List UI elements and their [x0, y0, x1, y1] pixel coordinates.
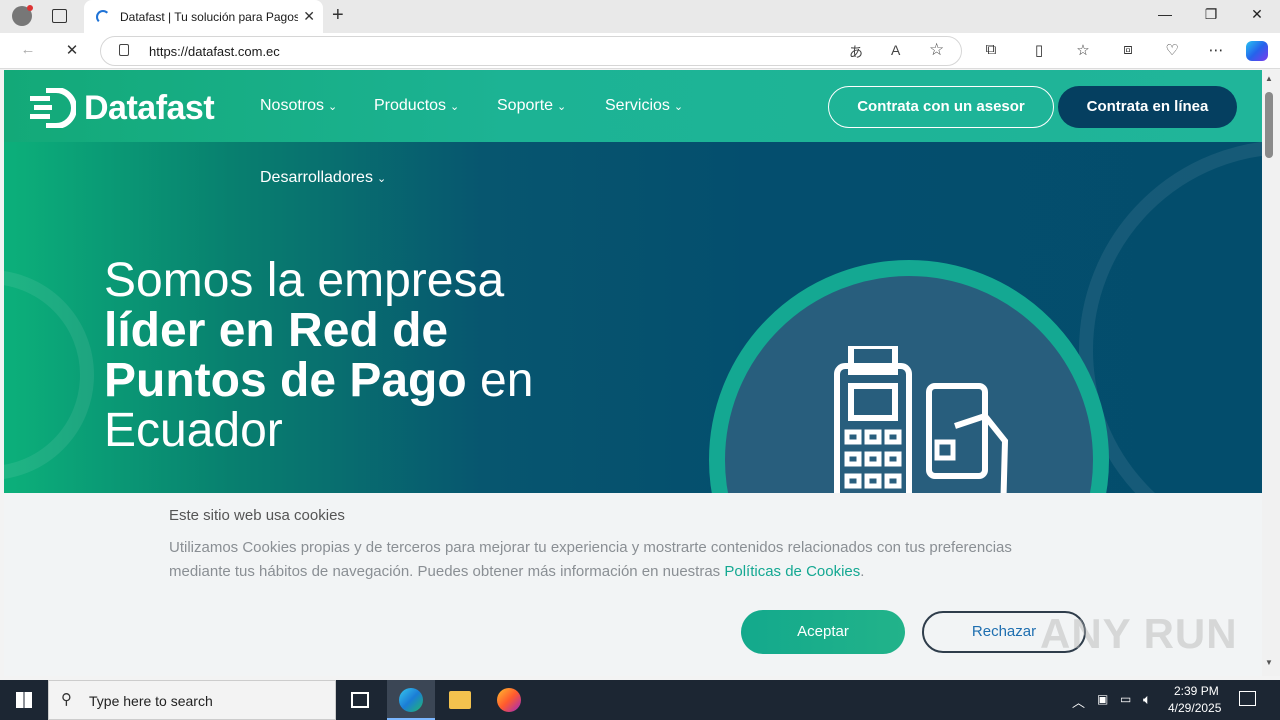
contract-online-button[interactable]: Contrata en línea — [1058, 86, 1237, 128]
firefox-icon[interactable] — [497, 688, 521, 712]
hero-headline: Somos la empresa líder en Red de Puntos … — [104, 256, 604, 456]
nav-soporte[interactable]: Soporte ⌄ — [497, 97, 566, 115]
notification-dot-icon — [27, 5, 33, 11]
volume-icon[interactable]: 🔈︎ — [1143, 691, 1151, 708]
cookie-title: Este sitio web usa cookies — [169, 507, 345, 524]
headline-line: Ecuador — [104, 404, 283, 457]
copilot-icon[interactable] — [1246, 41, 1268, 61]
chevron-down-icon: ⌄ — [328, 101, 338, 113]
nav-label: Desarrolladores — [260, 169, 373, 186]
accept-cookies-button[interactable]: Aceptar — [741, 610, 905, 654]
minimize-icon[interactable]: — — [1142, 6, 1188, 22]
cookie-body: Utilizamos Cookies propias y de terceros… — [169, 539, 1012, 580]
datafast-logo[interactable]: Datafast — [30, 88, 215, 128]
task-view-icon[interactable] — [351, 692, 369, 708]
nav-desarrolladores[interactable]: Desarrolladores ⌄ — [260, 169, 386, 187]
tray-device-icon[interactable]: ▣ — [1097, 692, 1108, 706]
favorites-icon[interactable]: ☆ — [1071, 41, 1095, 59]
browser-essentials-icon[interactable]: ♡ — [1160, 41, 1184, 59]
stop-loading-icon[interactable]: ✕ — [60, 41, 84, 59]
anyrun-watermark: ANY RUN — [1040, 610, 1238, 657]
collections-icon[interactable]: ⧈ — [1116, 41, 1140, 58]
site-navbar: Datafast Nosotros ⌄ Productos ⌄ Soporte ⌄ S… — [4, 70, 1262, 142]
chevron-down-icon: ⌄ — [376, 173, 387, 185]
datafast-logo-icon — [30, 88, 76, 128]
restore-icon[interactable]: ❐ — [1188, 6, 1234, 23]
notification-center-icon[interactable] — [1239, 691, 1256, 706]
address-toolbar: ← ✕ https://datafast.com.ec あ A ☆ ⧉ ▯ ☆ … — [0, 33, 1280, 69]
cookie-policy-link[interactable]: Políticas de Cookies — [724, 563, 860, 580]
extensions-icon[interactable]: ⧉ — [979, 41, 1003, 58]
nav-label: Soporte — [497, 97, 554, 114]
tab-actions-icon[interactable] — [52, 9, 67, 23]
read-aloud-icon[interactable]: A — [891, 42, 900, 58]
url-text: https://datafast.com.ec — [149, 44, 280, 59]
search-icon: ⚲ — [61, 691, 72, 708]
chevron-down-icon: ⌄ — [673, 101, 684, 113]
nav-label: Servicios — [605, 97, 670, 114]
nav-nosotros[interactable]: Nosotros ⌄ — [260, 97, 337, 115]
scrollbar-thumb[interactable] — [1265, 92, 1273, 158]
contract-advisor-button[interactable]: Contrata con un asesor — [828, 86, 1054, 128]
search-placeholder: Type here to search — [89, 693, 213, 709]
network-icon[interactable]: ▭ — [1120, 692, 1131, 706]
pos-terminal-icon — [834, 346, 1009, 516]
chevron-down-icon: ⌄ — [557, 101, 567, 113]
webpage: Datafast Nosotros ⌄ Productos ⌄ Soporte ⌄ S… — [4, 70, 1262, 676]
headline-line-bold: líder en Red de — [104, 304, 449, 357]
decorative-ring — [4, 270, 94, 480]
edge-taskbar-icon[interactable] — [387, 680, 435, 720]
tab-datafast[interactable]: Datafast | Tu solución para Pagos ✕ — [84, 0, 323, 33]
nav-productos[interactable]: Productos ⌄ — [374, 97, 459, 115]
lock-icon[interactable] — [119, 44, 129, 56]
back-icon[interactable]: ← — [16, 41, 40, 58]
nav-servicios[interactable]: Servicios ⌄ — [605, 97, 683, 115]
address-bar[interactable]: https://datafast.com.ec あ A ☆ — [100, 36, 962, 66]
scroll-up-icon[interactable]: ▲ — [1265, 74, 1273, 83]
browser-tab-strip: Datafast | Tu solución para Pagos ✕ + — … — [0, 0, 1280, 33]
favorite-star-icon[interactable]: ☆ — [929, 40, 944, 60]
cookie-text: Utilizamos Cookies propias y de terceros… — [169, 536, 1069, 584]
headline-line: Somos la empresa — [104, 254, 505, 307]
clock-date[interactable]: 4/29/2025 — [1168, 701, 1221, 715]
more-menu-icon[interactable]: ⋯ — [1204, 41, 1228, 59]
clock-time[interactable]: 2:39 PM — [1174, 684, 1219, 698]
windows-start-icon[interactable] — [16, 692, 32, 708]
headline-line-bold: Puntos de Pago — [104, 354, 467, 407]
loading-spinner-icon — [96, 9, 110, 24]
scroll-down-icon[interactable]: ▼ — [1265, 658, 1273, 667]
tab-title: Datafast | Tu solución para Pagos — [120, 9, 298, 24]
cookie-body-end: . — [860, 563, 865, 580]
close-window-icon[interactable]: ✕ — [1234, 6, 1280, 23]
close-tab-icon[interactable]: ✕ — [303, 8, 315, 25]
logo-wordmark: Datafast — [84, 88, 215, 127]
new-tab-icon[interactable]: + — [332, 4, 344, 27]
nav-label: Productos — [374, 97, 447, 114]
nav-label: Nosotros — [260, 97, 325, 114]
page-scrollbar[interactable] — [1262, 70, 1280, 676]
split-screen-icon[interactable]: ▯ — [1027, 41, 1051, 59]
windows-taskbar: ⚲ Type here to search ︿ ▣ ▭ 🔈︎ 2:39 PM 4… — [0, 680, 1280, 720]
translate-icon[interactable]: あ — [849, 42, 863, 62]
tray-chevron-icon[interactable]: ︿ — [1072, 692, 1085, 711]
taskbar-search[interactable]: ⚲ Type here to search — [48, 680, 336, 720]
chevron-down-icon: ⌄ — [450, 101, 460, 113]
file-explorer-icon[interactable] — [449, 691, 471, 709]
headline-line: en — [466, 354, 534, 407]
